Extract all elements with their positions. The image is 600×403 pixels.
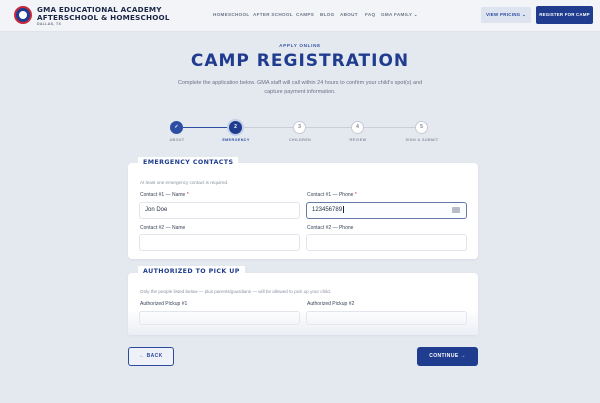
contact2-phone-field[interactable] [306,234,467,251]
contact2-name-label: Contact #2 — Name [140,225,186,231]
step-connector [306,127,351,128]
required-mark: * [354,192,357,198]
emergency-help-text: At least one emergency contact is requir… [140,180,229,185]
autofill-contact-icon[interactable] [452,207,460,213]
pickup1-label: Authorized Pickup #1 [140,301,188,307]
step-1-label: ABOUT [169,138,185,142]
register-for-camp-button[interactable]: REGISTER FOR CAMP [536,6,593,24]
back-button[interactable]: ← BACK [128,347,174,366]
contact1-name-field[interactable]: Jon Doe [139,202,300,219]
required-mark: * [186,192,189,198]
pickup1-field[interactable] [139,311,300,325]
step-connector [242,127,293,128]
authorized-pickup-heading: AUTHORIZED TO PICK UP [138,266,245,278]
contact1-phone-field[interactable]: 123456789 [306,202,467,219]
pickup-help-text: Only the people listed below — plus pare… [140,289,331,294]
chevron-down-icon: ⌄ [413,12,418,17]
nav-link-about[interactable]: ABOUT [340,12,358,17]
nav-link-homeschool[interactable]: HOMESCHOOL [213,12,249,17]
step-4-label: REVIEW [349,138,367,142]
step-5-circle: 5 [415,121,428,134]
pickup2-label: Authorized Pickup #2 [307,301,355,307]
view-pricing-label: VIEW PRICING [486,12,521,17]
page-title: CAMP REGISTRATION [190,51,410,71]
step-3-circle: 3 [293,121,306,134]
step-2-label: EMERGENCY [222,138,250,142]
chevron-down-icon: ⌄ [521,12,526,17]
contact1-phone-label-text: Contact #1 — Phone [307,192,354,198]
step-1-check-icon[interactable]: ✓ [170,121,183,134]
contact1-phone-value: 123456789 [312,207,343,213]
step-connector [364,127,415,128]
contact1-name-label-text: Contact #1 — Name [140,192,186,198]
nav-link-faq[interactable]: FAQ [365,12,375,17]
step-4-circle: 4 [351,121,364,134]
continue-button[interactable]: CONTINUE → [417,347,478,366]
academy-logo-icon[interactable] [14,6,32,24]
top-navigation: GMA EDUCATIONAL ACADEMY AFTERSCHOOL & HO… [0,0,600,32]
brand-name-line2[interactable]: AFTERSCHOOL & HOMESCHOOL [37,13,170,22]
nav-link-after-school[interactable]: AFTER SCHOOL [253,12,293,17]
nav-link-blog[interactable]: BLOG [320,12,334,17]
pickup2-field[interactable] [306,311,467,325]
contact2-phone-label: Contact #2 — Phone [307,225,354,231]
nav-link-gma-family-label: GMA FAMILY [381,12,413,17]
eyebrow-label: APPLY ONLINE [279,43,321,48]
step-3-label: CHILDREN [288,138,312,142]
step-5-label: SIGN & SUBMIT [405,138,439,142]
step-connector [183,127,229,128]
contact2-name-field[interactable] [139,234,300,251]
text-cursor [343,205,345,213]
nav-link-gma-family[interactable]: GMA FAMILY ⌄ [381,12,418,18]
view-pricing-button[interactable]: VIEW PRICING ⌄ [481,7,531,23]
step-2-circle: 2 [229,121,242,134]
intro-text: Complete the application below. GMA staf… [177,80,423,95]
nav-link-camps[interactable]: CAMPS [296,12,314,17]
contact1-phone-label: Contact #1 — Phone * [307,192,357,198]
emergency-contacts-heading: EMERGENCY CONTACTS [138,157,239,169]
contact1-name-label: Contact #1 — Name * [140,192,189,198]
brand-location: DALLAS, TX [37,22,62,26]
